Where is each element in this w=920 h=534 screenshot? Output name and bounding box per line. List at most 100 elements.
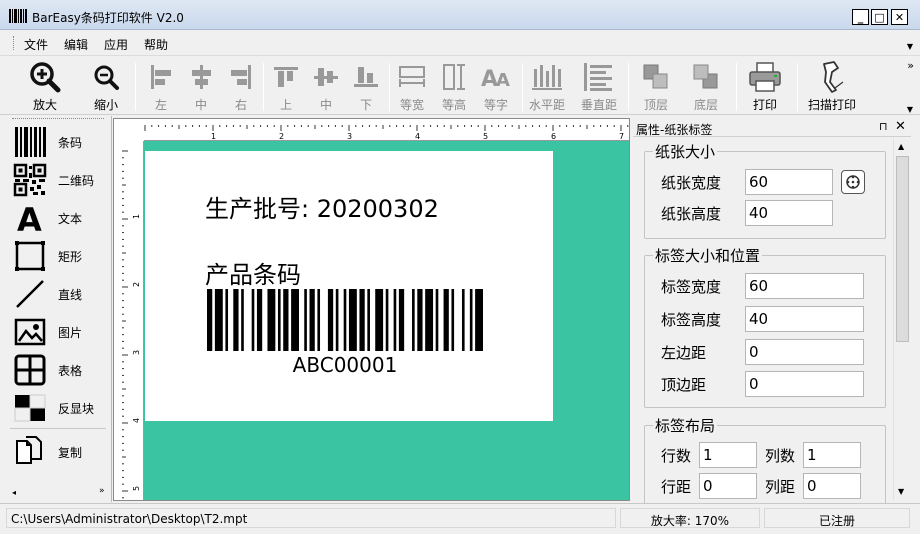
barcode-bar <box>277 289 281 351</box>
table-icon <box>10 352 50 388</box>
tools-scroll-left-icon[interactable]: ◂ <box>12 488 16 497</box>
barcode-bar <box>283 289 289 351</box>
menu-grip <box>13 36 15 50</box>
toolbar-separator <box>522 63 523 111</box>
tool-qrcode[interactable]: 二维码 <box>10 162 110 198</box>
align-vcenter-button[interactable]: 中 <box>308 57 344 115</box>
print-button[interactable]: 打印 <box>747 57 783 115</box>
status-zoom: 放大率: 170% <box>620 508 760 528</box>
col-gap-input[interactable]: 0 <box>803 473 861 499</box>
scroll-down-icon[interactable]: ▼ <box>898 487 904 496</box>
menu-help[interactable]: 帮助 <box>144 36 168 53</box>
ruler-left: 1 2 3 4 5 <box>114 141 144 500</box>
tool-image[interactable]: 图片 <box>10 314 110 350</box>
scroll-up-icon[interactable]: ▲ <box>898 142 904 151</box>
group-label-size-title: 标签大小和位置 <box>653 245 763 266</box>
tool-table[interactable]: 表格 <box>10 352 110 388</box>
label-height-label: 标签高度 <box>661 311 722 329</box>
properties-scrollbar[interactable]: ▲ ▼ <box>893 138 910 500</box>
align-top-button[interactable]: 上 <box>268 57 304 115</box>
tool-copy[interactable]: 复制 <box>10 434 110 470</box>
barcode-bar <box>309 289 315 351</box>
barcode-bar <box>335 289 339 351</box>
ruler-top-ticks: 1 2 3 4 5 6 7 <box>144 125 629 141</box>
label-text-product[interactable]: 产品条码 <box>205 255 301 290</box>
menu-file[interactable]: 文件 <box>24 36 48 53</box>
align-right-button[interactable]: 右 <box>223 57 259 115</box>
label-height-input[interactable]: 40 <box>745 306 864 332</box>
align-top-icon <box>268 57 304 97</box>
ruler-label: 5 <box>483 132 488 141</box>
minimize-button[interactable]: _ <box>852 9 869 25</box>
top-margin-input[interactable]: 0 <box>745 371 864 397</box>
menu-overflow-icon[interactable]: ▼ <box>907 42 913 51</box>
svg-text:A: A <box>496 70 510 91</box>
tool-rect[interactable]: 矩形 <box>10 238 110 274</box>
tool-text[interactable]: A 文本 <box>10 200 110 236</box>
label-text-batch[interactable]: 生产批号: 20200302 <box>205 189 439 224</box>
same-height-button[interactable]: 等高 <box>436 57 472 115</box>
label-barcode[interactable] <box>207 289 483 351</box>
pin-icon[interactable]: ⊓ <box>879 120 888 133</box>
align-right-label: 右 <box>234 98 247 112</box>
align-right-icon <box>223 57 259 97</box>
maximize-button[interactable]: □ <box>871 9 888 25</box>
tools-scroll-down-icon[interactable]: » <box>99 486 105 496</box>
zoom-in-button[interactable]: 放大 <box>27 57 63 115</box>
scrollbar-thumb[interactable] <box>896 156 909 342</box>
paper-height-input[interactable]: 40 <box>745 200 833 226</box>
ruler-label: 6 <box>551 132 556 141</box>
tool-inverse[interactable]: 反显块 <box>10 390 110 426</box>
h-spacing-button[interactable]: 水平距 <box>529 57 565 115</box>
window-title: BarEasy条码打印软件 V2.0 <box>32 11 184 25</box>
barcode-bar <box>233 289 239 351</box>
left-margin-input[interactable]: 0 <box>745 339 864 365</box>
tools-grip <box>12 118 104 119</box>
align-hcenter-button[interactable]: 中 <box>183 57 219 115</box>
toolbar-overflow-button[interactable]: » <box>907 59 914 72</box>
paper-width-input[interactable]: 60 <box>745 169 833 195</box>
zoom-out-button[interactable]: 缩小 <box>88 57 124 115</box>
tool-line[interactable]: 直线 <box>10 276 110 312</box>
group-label-size: 标签大小和位置 标签宽度 60 标签高度 40 左边距 0 顶边距 0 <box>644 245 886 408</box>
barcode-bar <box>241 289 244 351</box>
menu-edit[interactable]: 编辑 <box>64 36 88 53</box>
rectangle-icon <box>10 238 50 274</box>
print-label: 打印 <box>752 98 777 112</box>
menu-apply[interactable]: 应用 <box>104 36 128 53</box>
v-spacing-button[interactable]: 垂直距 <box>581 57 617 115</box>
rows-input[interactable]: 1 <box>699 442 757 468</box>
same-width-icon <box>394 57 430 97</box>
same-width-button[interactable]: 等宽 <box>394 57 430 115</box>
ruler-label: 2 <box>132 282 141 287</box>
same-font-button[interactable]: AA 等字 <box>478 57 514 115</box>
label-paper[interactable]: 生产批号: 20200302 产品条码 ABC00001 <box>145 151 553 421</box>
ruler-label: 2 <box>279 132 284 141</box>
paper-settings-button[interactable] <box>841 170 865 194</box>
close-button[interactable]: ✕ <box>891 9 908 25</box>
barcode-bar <box>393 289 397 351</box>
send-to-bottom-button[interactable]: 底层 <box>688 57 724 115</box>
label-width-label: 标签宽度 <box>661 278 722 296</box>
barcode-bar <box>475 289 483 351</box>
row-gap-input[interactable]: 0 <box>699 473 757 499</box>
panel-close-icon[interactable]: ✕ <box>895 119 906 134</box>
bring-to-top-button[interactable]: 顶层 <box>638 57 674 115</box>
toolbar-separator <box>263 63 264 111</box>
ruler-label: 3 <box>132 350 141 355</box>
maximize-icon: □ <box>874 10 885 24</box>
toolbar-dropdown-icon[interactable]: ▼ <box>907 105 913 114</box>
tool-barcode[interactable]: 条码 <box>10 124 110 160</box>
scan-print-button[interactable]: 扫描打印 <box>808 57 856 115</box>
align-bottom-button[interactable]: 下 <box>348 57 384 115</box>
barcode-bar <box>443 289 449 351</box>
same-height-label: 等高 <box>441 98 466 112</box>
barcode-bar <box>291 289 299 351</box>
align-left-button[interactable]: 左 <box>143 57 179 115</box>
ruler-label: 1 <box>211 132 216 141</box>
cols-input[interactable]: 1 <box>803 442 861 468</box>
tool-image-label: 图片 <box>58 325 83 340</box>
label-width-input[interactable]: 60 <box>745 273 864 299</box>
design-canvas[interactable]: 1 2 3 4 5 6 7 1 2 3 4 5 生产批号: 20200302 产品条码 ABC000… <box>113 118 630 501</box>
barcode-bar <box>417 289 423 351</box>
